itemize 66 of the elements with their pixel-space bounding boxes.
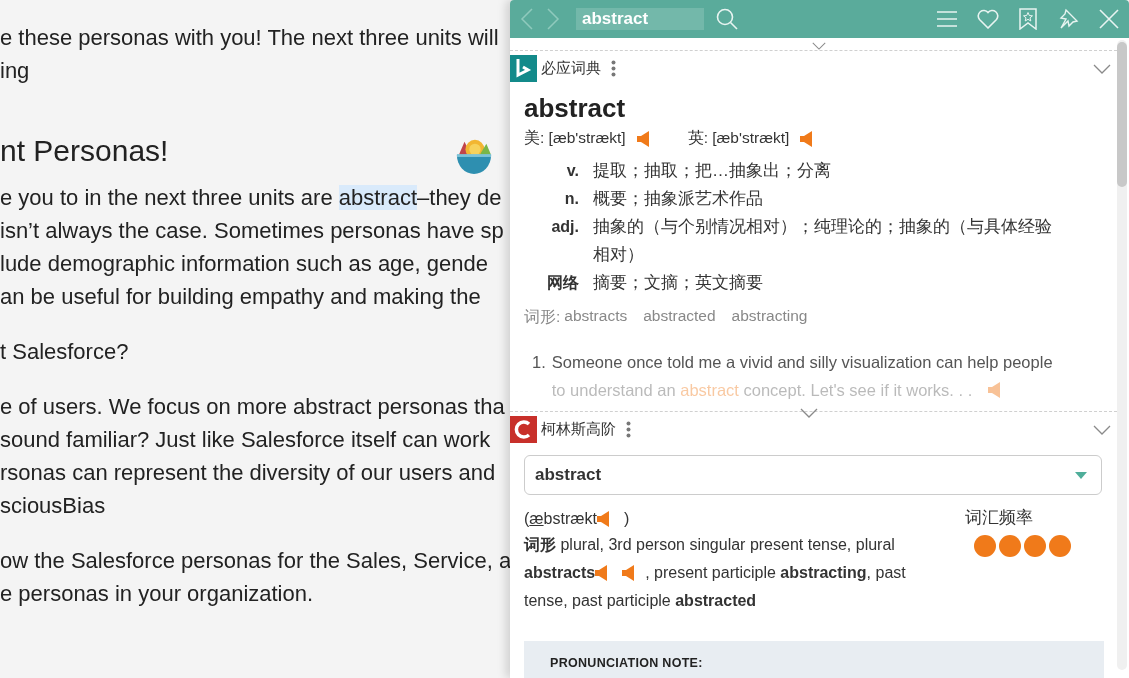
more-options-icon[interactable] [611, 60, 616, 77]
search-icon[interactable] [716, 8, 738, 30]
back-icon[interactable] [520, 8, 534, 30]
part-of-speech: v. [565, 161, 579, 181]
paragraph-line: rsonas can represent the diversity of our users and [0, 459, 496, 487]
word-forms-text: 词形 plural, 3rd person singular present tense, plural [524, 535, 895, 555]
paragraph-line: isn’t always the case. Sometimes personas have sp [0, 217, 504, 245]
definition: 摘要；文摘；英文摘要 [593, 272, 764, 294]
part-of-speech: 网络 [546, 273, 579, 293]
forward-icon[interactable] [546, 8, 560, 30]
definition: 抽象的（与个别情况相对）；纯理论的；抽象的（与具体经验相对） [593, 216, 1053, 266]
word-form-link[interactable]: abstracted [643, 307, 716, 328]
frequency-label: 词汇频率 [965, 507, 1034, 528]
paragraph-line: t Salesforce? [0, 338, 129, 366]
chevron-down-icon[interactable] [800, 408, 818, 418]
example-sentence: to understand an abstract concept. Let's see if it works. . . [551, 380, 973, 400]
phonetic-bracket: ) [623, 510, 630, 528]
paragraph-line: e personas in your organization. [0, 580, 314, 608]
scrollbar[interactable] [1117, 40, 1127, 670]
search-field[interactable]: abstract [576, 8, 704, 30]
example-sentence: Someone once told me a vivid and silly visualization can help people [551, 352, 1053, 372]
speaker-icon[interactable] [988, 382, 1002, 398]
word-form-link[interactable]: abstracting [731, 307, 808, 328]
headword: abstract [524, 92, 627, 124]
speaker-icon[interactable] [800, 130, 814, 147]
paragraph-line: an be useful for building empathy and making the [0, 283, 481, 311]
dictionary-name: 柯林斯高阶 [541, 420, 616, 439]
bookmark-star-icon[interactable] [1019, 8, 1037, 30]
speaker-icon[interactable] [622, 565, 636, 581]
definition: 概要；抽象派艺术作品 [593, 188, 764, 210]
paragraph-line: e of users. We focus on more abstract personas tha [0, 393, 505, 421]
speaker-icon[interactable] [595, 565, 609, 581]
close-icon[interactable] [1099, 9, 1119, 29]
definition: 提取；抽取；把…抽象出；分离 [593, 160, 832, 182]
section-heading: nt Personas! [0, 133, 169, 169]
chevron-down-icon[interactable] [1093, 63, 1111, 74]
list-number: 1. [532, 352, 546, 373]
speaker-icon[interactable] [596, 511, 610, 527]
word-form-link[interactable]: abstracts [564, 307, 628, 328]
more-options-icon[interactable] [626, 421, 631, 438]
paragraph-line: e you to in the next three units are abstract–they de [0, 184, 502, 212]
heart-icon[interactable] [977, 9, 999, 29]
paragraph-line: sciousBias [0, 492, 106, 520]
menu-icon[interactable] [937, 11, 957, 27]
word-select[interactable]: abstract [524, 455, 1102, 495]
phonetic: 美: [æb'strækt] [524, 128, 626, 148]
dictionary-name: 必应词典 [541, 59, 601, 78]
word-forms-text: , present participle abstracting, past [645, 563, 906, 583]
chevron-down-icon[interactable] [1093, 424, 1111, 435]
caret-icon [1075, 471, 1087, 479]
phonetic: 英: [æb'strækt] [687, 128, 790, 148]
paragraph-line: ow the Salesforce personas for the Sales, Service, a [0, 547, 512, 575]
forms-label: 词形: [524, 307, 561, 327]
phonetic: (æbstrækt [524, 510, 597, 528]
paragraph-line: ing [0, 57, 30, 85]
part-of-speech: n. [563, 189, 579, 209]
chevron-down-icon[interactable] [811, 42, 826, 50]
pin-icon[interactable] [1057, 8, 1079, 30]
paragraph-line: sound familiar? Just like Salesforce itself can work [0, 426, 491, 454]
word-forms-text: tense, past participle abstracted [524, 591, 757, 611]
paragraph-line: e these personas with you! The next three units will [0, 24, 499, 52]
paragraph-line: lude demographic information such as age, gende [0, 250, 488, 278]
note-title: PRONUNCIATION NOTE: [550, 656, 703, 670]
word-forms-text: abstracts [524, 563, 596, 583]
speaker-icon[interactable] [636, 130, 650, 147]
part-of-speech: adj. [550, 217, 579, 237]
